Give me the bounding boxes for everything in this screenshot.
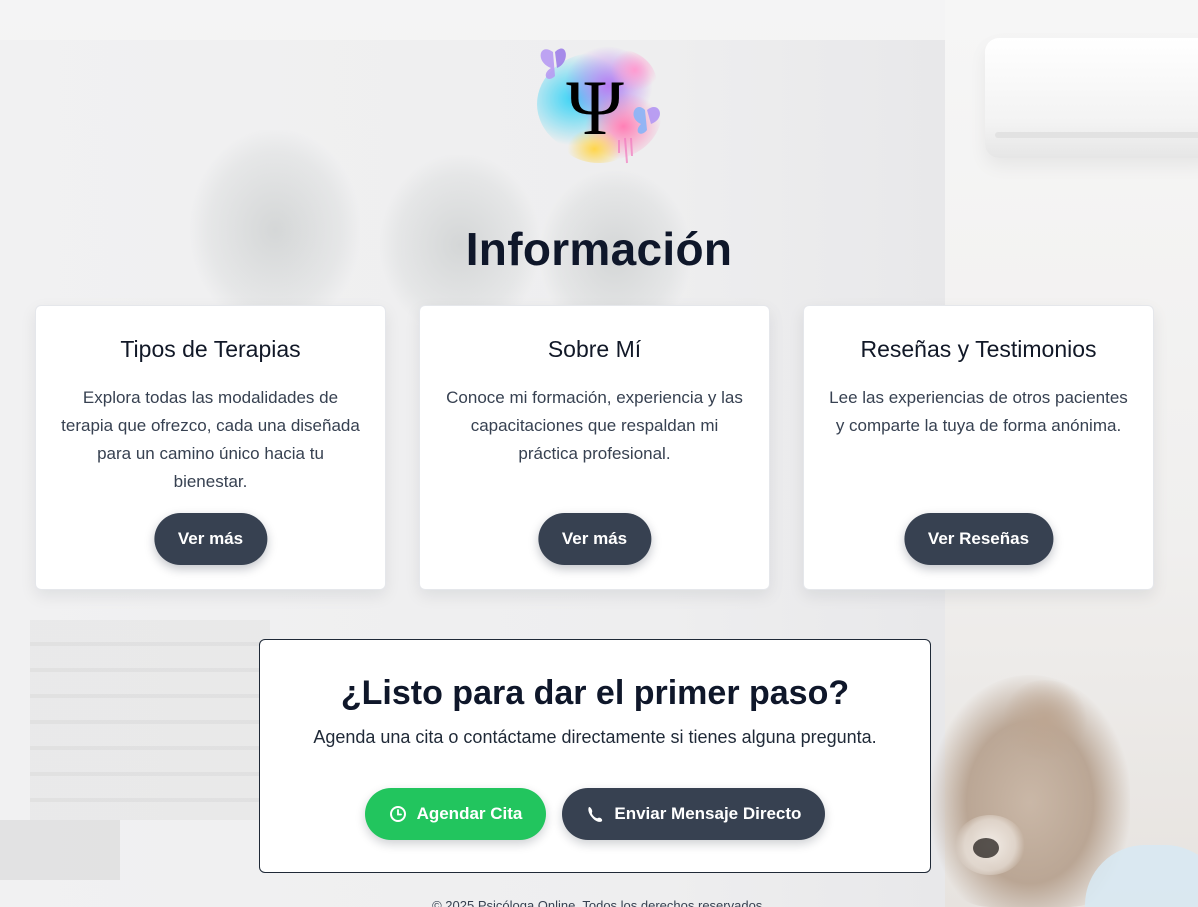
card-about-me: Sobre Mí Conoce mi formación, experienci…: [419, 305, 770, 590]
send-direct-message-label: Enviar Mensaje Directo: [614, 804, 802, 823]
schedule-appointment-label: Agendar Cita: [416, 804, 523, 823]
cta-description: Agenda una cita o contáctame directament…: [313, 727, 877, 747]
see-reviews-button[interactable]: Ver Reseñas: [903, 513, 1054, 565]
whatsapp-icon: [586, 805, 604, 823]
card-title: Reseñas y Testimonios: [860, 336, 1097, 362]
card-description: Explora todas las modalidades de terapia…: [61, 388, 360, 491]
card-description: Lee las experiencias de otros pacientes …: [829, 388, 1128, 435]
card-description: Conoce mi formación, experiencia y las c…: [446, 388, 743, 463]
cta-box: ¿Listo para dar el primer paso? Agenda u…: [259, 639, 931, 873]
send-direct-message-button[interactable]: Enviar Mensaje Directo: [562, 788, 826, 840]
card-title: Tipos de Terapias: [120, 336, 301, 362]
footer-copyright: © 2025 Psicóloga Online. Todos los derec…: [432, 898, 766, 907]
cta-buttons: Agendar Cita Enviar Mensaje Directo: [260, 788, 930, 840]
card-title: Sobre Mí: [547, 336, 642, 362]
cta-title: ¿Listo para dar el primer paso?: [340, 674, 850, 712]
page: Ψ Información Tipos de Terapias Explora …: [0, 0, 1198, 907]
see-more-about-button[interactable]: Ver más: [537, 513, 652, 565]
see-more-therapies-button[interactable]: Ver más: [153, 513, 268, 565]
clock-icon: [389, 805, 407, 823]
card-reviews: Reseñas y Testimonios Lee las experienci…: [803, 305, 1154, 590]
card-therapy-types: Tipos de Terapias Explora todas las moda…: [35, 305, 386, 590]
logo-icon[interactable]: Ψ: [533, 38, 673, 168]
schedule-appointment-button[interactable]: Agendar Cita: [364, 788, 547, 840]
section-title: Información: [465, 223, 733, 275]
svg-text:Ψ: Ψ: [566, 64, 624, 151]
